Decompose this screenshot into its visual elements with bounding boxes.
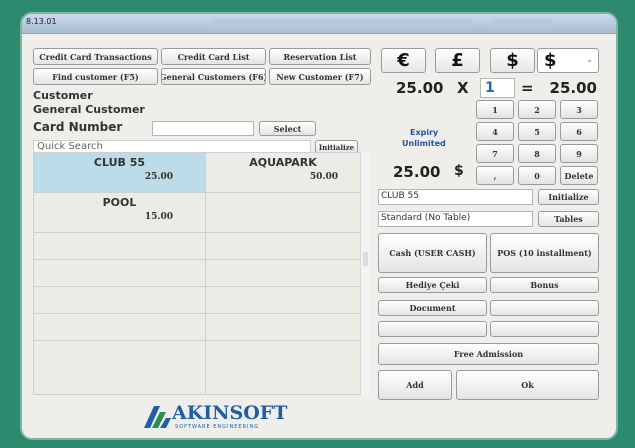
scrollbar-thumb[interactable]	[363, 252, 368, 266]
amount-display: 25.00	[396, 79, 444, 97]
customer-heading: Customer	[33, 89, 93, 102]
free-admission-button[interactable]: Free Admission	[378, 343, 599, 365]
key-6[interactable]: 6	[560, 122, 598, 141]
credit-card-list-button[interactable]: Credit Card List	[161, 48, 266, 65]
product-cell-empty[interactable]	[34, 314, 206, 341]
product-cell-club55[interactable]: CLUB 55 25.00	[34, 153, 206, 193]
key-2[interactable]: 2	[518, 100, 556, 119]
key-9[interactable]: 9	[560, 144, 598, 163]
product-price: 25.00	[144, 172, 173, 182]
key-5[interactable]: 5	[518, 122, 556, 141]
key-0[interactable]: 0	[518, 166, 556, 185]
expiry-value: Unlimited	[402, 139, 446, 148]
product-cell-empty[interactable]	[206, 314, 361, 341]
window-title: 8.13.01	[26, 17, 57, 26]
currency-select[interactable]: $ ⌄	[537, 48, 599, 73]
product-cell-empty[interactable]	[206, 233, 361, 260]
key-comma[interactable]: ,	[476, 166, 514, 185]
quantity-value: 1	[485, 80, 495, 96]
product-cell-empty[interactable]	[34, 260, 206, 287]
total-display: 25.00	[538, 78, 599, 98]
equals-sign: =	[521, 79, 534, 97]
total-value: 25.00	[549, 79, 597, 97]
product-cell-empty[interactable]	[206, 260, 361, 287]
table-field[interactable]: Standard (No Table)	[378, 211, 533, 227]
product-grid-scrollbar[interactable]	[360, 152, 370, 395]
akinsoft-logo: AKINSOFT SOFTWARE ENGINEERING	[142, 402, 287, 432]
key-7[interactable]: 7	[476, 144, 514, 163]
product-cell-empty[interactable]	[34, 341, 206, 395]
price-display: 25.00	[393, 163, 441, 181]
card-number-label: Card Number	[33, 120, 123, 134]
product-name: POOL	[102, 196, 137, 209]
logo-text: AKINSOFT	[172, 402, 288, 424]
product-price: 50.00	[309, 172, 338, 182]
new-customer-button[interactable]: New Customer (F7)	[269, 68, 371, 85]
expiry-label: Expiry	[410, 128, 439, 137]
logo-mark-icon	[144, 406, 171, 428]
key-8[interactable]: 8	[518, 144, 556, 163]
credit-card-transactions-button[interactable]: Credit Card Transactions	[33, 48, 158, 65]
product-grid: CLUB 55 25.00 AQUAPARK 50.00 POOL 15.00	[33, 152, 370, 395]
document-button[interactable]: Document	[378, 300, 487, 316]
dollar-currency-button[interactable]: $	[490, 48, 535, 73]
logo-tagline: SOFTWARE ENGINEERING	[175, 424, 260, 430]
empty-payment-button[interactable]	[490, 321, 599, 337]
euro-currency-button[interactable]: €	[381, 48, 426, 73]
card-number-input[interactable]	[152, 121, 254, 136]
customer-name: General Customer	[33, 103, 145, 116]
title-bar-text-blurred	[212, 19, 472, 28]
product-cell-empty[interactable]	[34, 233, 206, 260]
bonus-button[interactable]: Bonus	[490, 277, 599, 293]
product-cell-empty[interactable]	[206, 341, 361, 395]
price-currency: $	[454, 163, 464, 179]
general-customers-button[interactable]: General Customers (F6)	[161, 68, 266, 85]
product-cell-pool[interactable]: POOL 15.00	[34, 193, 206, 233]
product-field[interactable]: CLUB 55	[378, 189, 533, 205]
reservation-list-button[interactable]: Reservation List	[269, 48, 371, 65]
table-field-value: Standard (No Table)	[381, 213, 471, 223]
pound-currency-button[interactable]: £	[435, 48, 480, 73]
empty-payment-button[interactable]	[378, 321, 487, 337]
product-cell-aquapark[interactable]: AQUAPARK 50.00	[206, 153, 361, 193]
find-customer-button[interactable]: Find customer (F5)	[33, 68, 158, 85]
product-name: CLUB 55	[93, 156, 146, 169]
key-4[interactable]: 4	[476, 122, 514, 141]
delete-key[interactable]: Delete	[560, 166, 598, 185]
gift-voucher-button[interactable]: Hediye Çeki	[378, 277, 487, 293]
chevron-down-icon: ⌄	[586, 55, 593, 64]
ok-button[interactable]: Ok	[456, 370, 599, 400]
title-bar-text-blurred-2	[492, 19, 552, 28]
quick-search-placeholder: Quick Search	[37, 141, 103, 152]
product-cell-empty[interactable]	[206, 193, 361, 233]
pos-payment-button[interactable]: POS (10 installment)	[490, 233, 599, 273]
select-button[interactable]: Select	[259, 121, 316, 136]
title-bar: 8.13.01	[22, 14, 616, 34]
key-3[interactable]: 3	[560, 100, 598, 119]
tables-button[interactable]: Tables	[538, 211, 599, 227]
key-1[interactable]: 1	[476, 100, 514, 119]
quantity-input[interactable]: 1	[480, 78, 515, 98]
empty-payment-button[interactable]	[490, 300, 599, 316]
product-cell-empty[interactable]	[206, 287, 361, 314]
times-sign: X	[457, 79, 469, 97]
product-cell-empty[interactable]	[34, 287, 206, 314]
product-price: 15.00	[144, 212, 173, 222]
product-name: AQUAPARK	[249, 156, 317, 169]
cash-payment-button[interactable]: Cash (USER CASH)	[378, 233, 487, 273]
add-button[interactable]: Add	[378, 370, 452, 400]
initialize-product-button[interactable]: Initialize	[538, 189, 599, 205]
currency-select-value: $	[544, 50, 557, 71]
product-field-value: CLUB 55	[381, 191, 419, 201]
